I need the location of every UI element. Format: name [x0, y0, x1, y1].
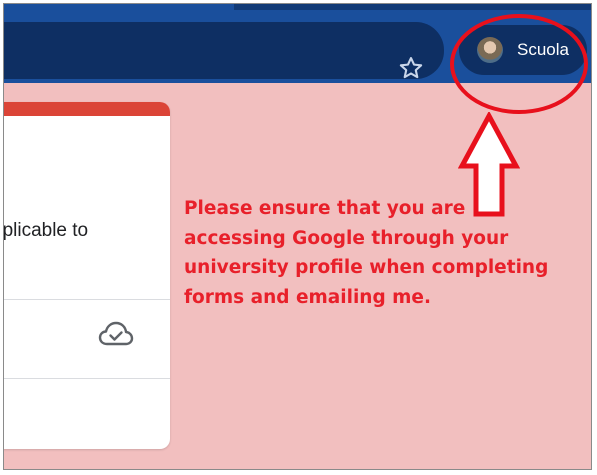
- screenshot-frame: Scuola pplicable to Please ensure that y…: [3, 3, 592, 470]
- star-icon[interactable]: [397, 54, 425, 82]
- divider: [4, 378, 170, 379]
- form-card: pplicable to: [3, 102, 170, 449]
- cloud-check-icon: [98, 321, 134, 346]
- card-accent-bar: [4, 102, 170, 116]
- card-text: pplicable to: [3, 220, 89, 241]
- highlight-circle: [450, 14, 588, 114]
- divider: [4, 299, 170, 300]
- tab-strip: [234, 4, 591, 10]
- instruction-note: Please ensure that you are accessing Goo…: [184, 198, 549, 308]
- address-bar[interactable]: [4, 22, 444, 79]
